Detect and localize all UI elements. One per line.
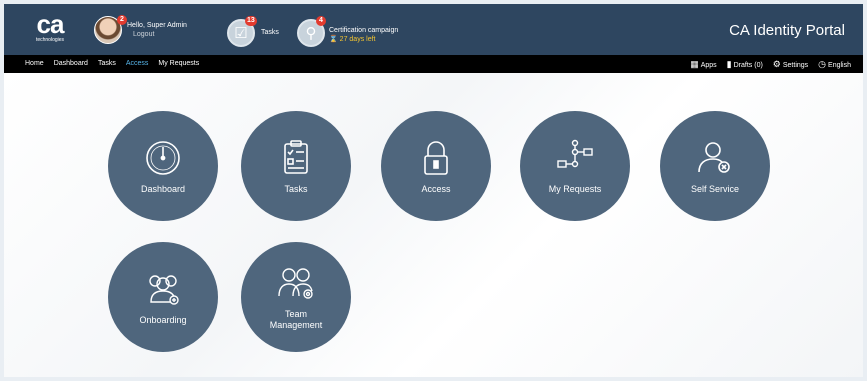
tile-tasks[interactable]: Tasks — [241, 111, 351, 221]
apps-menu[interactable]: ▦ Apps — [690, 59, 716, 70]
drafts-label: Drafts (0) — [733, 62, 763, 69]
tile-onboarding[interactable]: Onboarding — [108, 242, 218, 352]
days-left-text: 27 days left — [339, 36, 376, 43]
certification-days-left: ⌛ 27 days left — [329, 35, 398, 44]
nav-my-requests[interactable]: My Requests — [158, 60, 199, 67]
gauge-icon — [146, 140, 180, 175]
tile-self-service[interactable]: Self Service — [660, 111, 770, 221]
tile-label: Tasks — [284, 183, 308, 194]
hourglass-icon: ⌛ — [329, 36, 338, 43]
tile-label: My Requests — [548, 183, 602, 194]
settings-icon: ⚙ — [772, 59, 781, 69]
main-nav: Home Dashboard Tasks Access My Requests — [25, 60, 199, 67]
greeting-text: Hello, Super Admin — [127, 22, 187, 29]
globe-icon: ◷ — [818, 59, 827, 69]
tile-label: Self Service — [690, 183, 740, 194]
tile-label: Onboarding — [139, 314, 187, 325]
nav-access[interactable]: Access — [126, 60, 149, 67]
user-info: Hello, Super Admin Logout — [127, 21, 187, 39]
main-content: Dashboard Tasks Access My Requests Self … — [4, 73, 863, 377]
clipboard-icon — [284, 139, 308, 174]
app-window: ca technologies 2 Hello, Super Admin Log… — [4, 4, 863, 377]
nav-dashboard[interactable]: Dashboard — [54, 60, 88, 67]
user-notification-badge: 2 — [117, 15, 127, 25]
add-users-icon — [149, 274, 179, 305]
tile-access[interactable]: Access — [381, 111, 491, 221]
tile-label: Team Management — [269, 309, 323, 330]
apps-label: Apps — [700, 62, 717, 69]
tile-label: Access — [421, 183, 451, 194]
utility-nav: ▦ Apps ▮ Drafts (0) ⚙ Settings ◷ English — [690, 59, 851, 70]
certification-title: Certification campaign — [329, 27, 399, 34]
logout-link[interactable]: Logout — [127, 30, 187, 39]
ca-logo[interactable]: ca technologies — [30, 9, 70, 48]
certification-badge: 4 — [316, 16, 326, 26]
language-menu[interactable]: ◷ English — [818, 59, 851, 70]
workflow-icon — [557, 139, 593, 168]
user-settings-icon — [698, 141, 730, 173]
nav-bar: Home Dashboard Tasks Access My Requests … — [4, 55, 863, 73]
tasks-label[interactable]: Tasks — [261, 29, 279, 36]
language-label: English — [828, 62, 851, 69]
nav-home[interactable]: Home — [25, 60, 44, 67]
logo-mark: ca — [36, 9, 65, 39]
settings-menu[interactable]: ⚙ Settings — [773, 59, 808, 70]
lock-icon — [424, 140, 448, 175]
tasks-badge: 13 — [245, 16, 257, 26]
header-bar: ca technologies 2 Hello, Super Admin Log… — [4, 4, 863, 55]
drafts-icon: ▮ — [726, 59, 732, 69]
tile-label: Dashboard — [140, 183, 186, 194]
tile-dashboard[interactable]: Dashboard — [108, 111, 218, 221]
drafts-menu[interactable]: ▮ Drafts (0) — [727, 59, 763, 70]
settings-label: Settings — [782, 62, 809, 69]
tile-team-management[interactable]: Team Management — [241, 242, 351, 352]
logo-subtitle: technologies — [35, 37, 65, 43]
nav-tasks[interactable]: Tasks — [98, 60, 116, 67]
portal-title: CA Identity Portal — [729, 22, 845, 39]
apps-icon: ▦ — [690, 59, 699, 69]
tile-my-requests[interactable]: My Requests — [520, 111, 630, 221]
certification-info[interactable]: Certification campaign ⌛ 27 days left — [329, 26, 398, 44]
team-settings-icon — [278, 268, 313, 299]
